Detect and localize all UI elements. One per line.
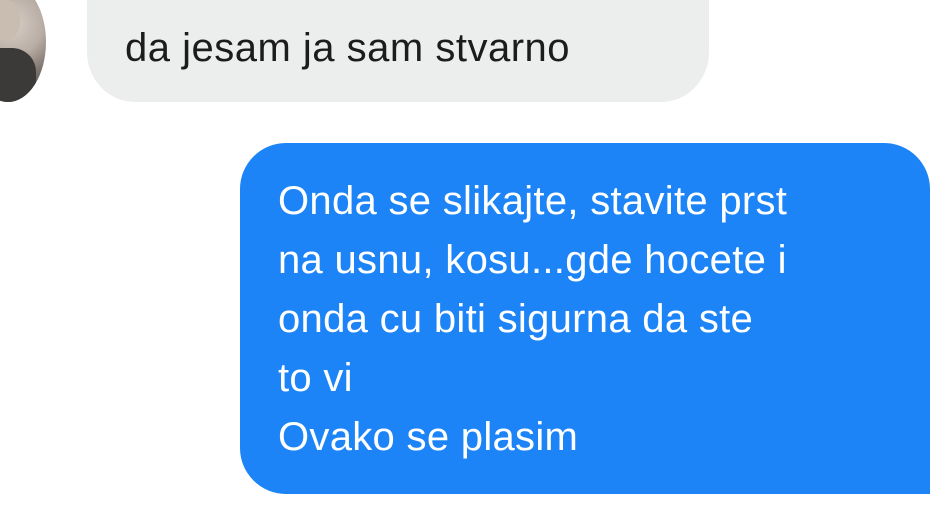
chat-thread: da jesam ja sam stvarno Onda se slikajte… — [0, 0, 930, 525]
avatar-face — [0, 0, 20, 40]
outgoing-message-line: to vi — [278, 356, 353, 400]
incoming-message-text: da jesam ja sam stvarno — [125, 26, 571, 70]
outgoing-message-line: Ovako se plasim — [278, 415, 579, 459]
avatar-shirt — [0, 48, 36, 102]
outgoing-message-line: Onda se slikajte, stavite prst — [278, 179, 788, 223]
outgoing-message-line: onda cu biti sigurna da ste — [278, 297, 754, 341]
incoming-message-bubble[interactable]: da jesam ja sam stvarno — [87, 0, 709, 102]
contact-avatar[interactable] — [0, 0, 46, 102]
outgoing-message-line: na usnu, kosu...gde hocete i — [278, 238, 787, 282]
outgoing-message-bubble[interactable]: Onda se slikajte, stavite prst na usnu, … — [240, 143, 930, 494]
